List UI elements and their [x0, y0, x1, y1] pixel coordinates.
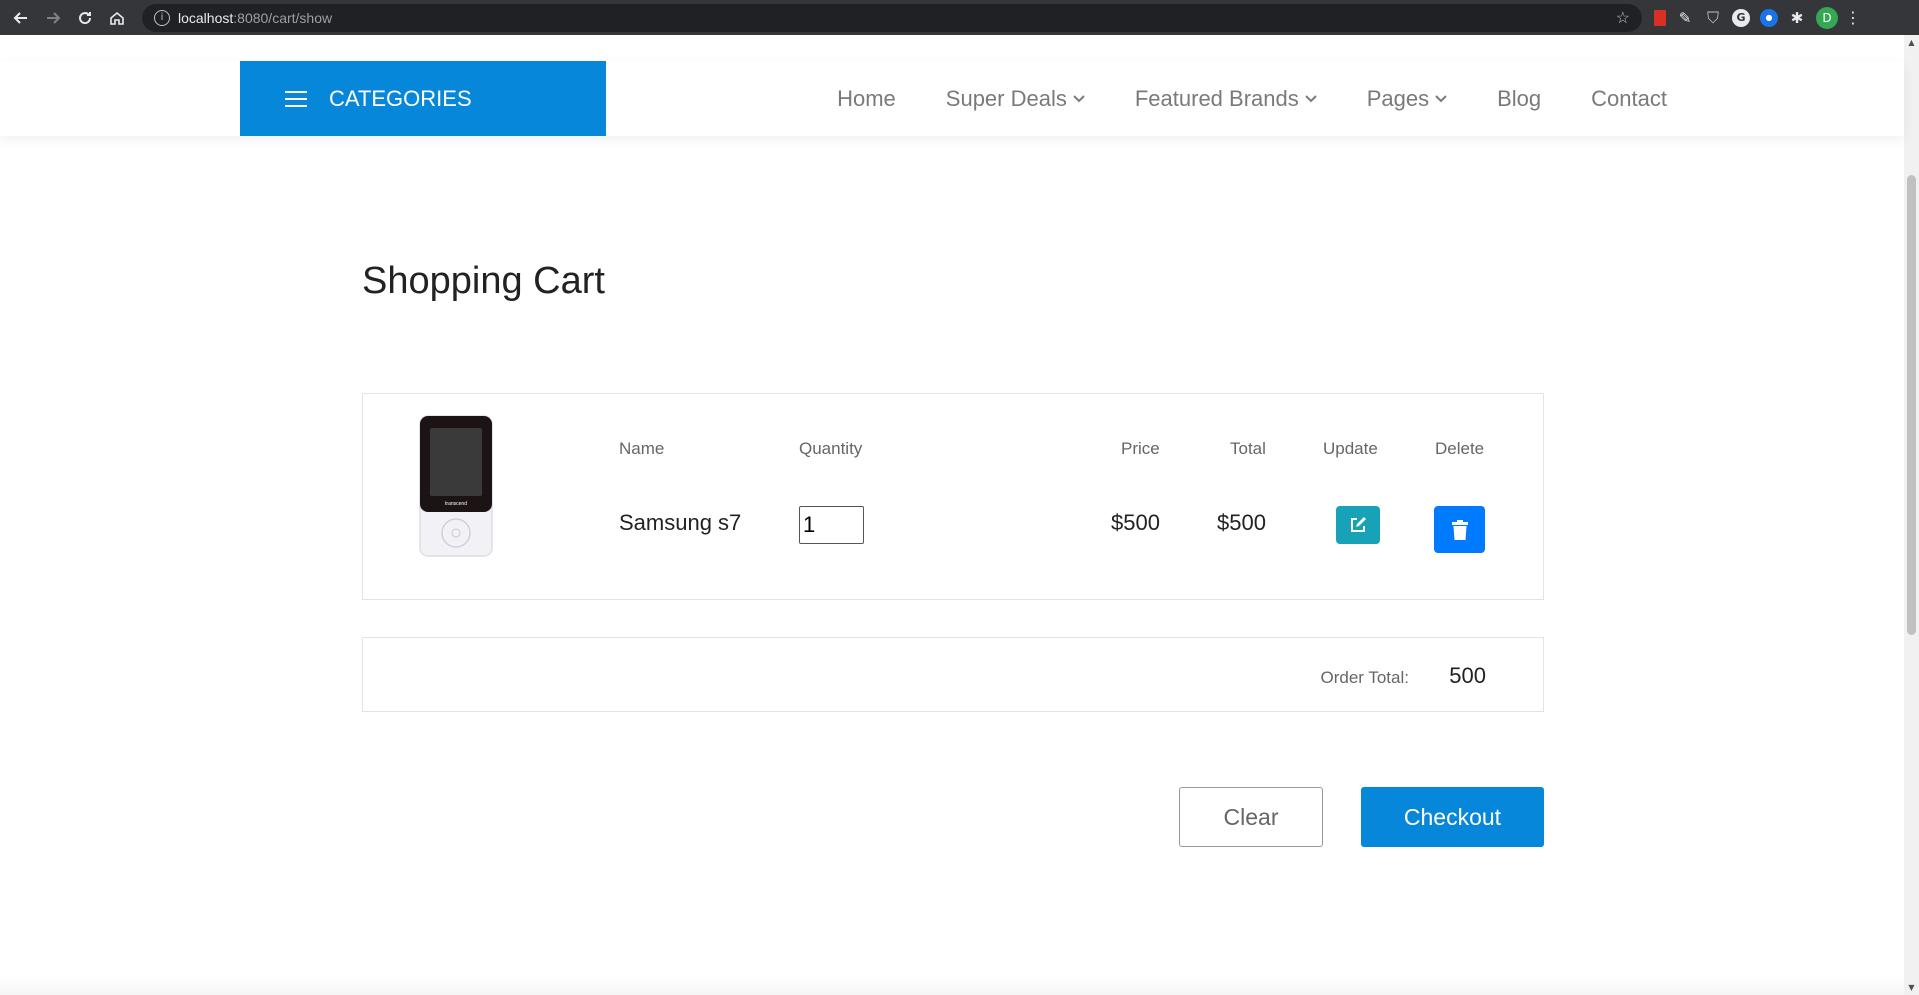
site-info-icon[interactable]: i	[154, 9, 170, 26]
nav-contact-label: Contact	[1591, 85, 1667, 111]
address-bar[interactable]: i localhost:8080/cart/show ☆	[142, 3, 1642, 32]
url-path: :8080/cart/show	[233, 9, 333, 26]
item-total: $500	[1217, 510, 1266, 535]
browser-menu-icon[interactable]: ⋮	[1845, 8, 1861, 27]
chevron-down-icon	[1073, 94, 1085, 102]
categories-button[interactable]: CATEGORIES	[240, 61, 606, 136]
nav-blog-label: Blog	[1497, 85, 1542, 111]
nav-pages[interactable]: Pages	[1367, 86, 1447, 112]
blue-extension-icon[interactable]: ●	[1760, 8, 1778, 27]
order-total-label: Order Total:	[1320, 668, 1409, 687]
scroll-down-arrow-icon[interactable]: ▼	[1904, 980, 1919, 995]
back-icon[interactable]	[8, 5, 34, 31]
page-scrollbar[interactable]: ▲ ▼	[1904, 35, 1919, 995]
page-title: Shopping Cart	[362, 260, 605, 302]
extensions-puzzle-icon[interactable]: ✱	[1788, 9, 1806, 27]
nav-super-deals-label: Super Deals	[945, 85, 1067, 111]
column-header-name: Name	[619, 439, 665, 458]
order-total-value: 500	[1449, 663, 1486, 688]
nav-super-deals[interactable]: Super Deals	[946, 86, 1085, 112]
bookmark-extension-icon[interactable]	[1654, 9, 1666, 26]
item-price: $500	[1111, 510, 1160, 535]
profile-avatar[interactable]: D	[1816, 6, 1838, 29]
hamburger-menu-icon	[285, 90, 307, 107]
browser-toolbar: i localhost:8080/cart/show ☆ ✎ ⛉ G ● ✱ D…	[0, 0, 1919, 35]
product-logo-text: transcend	[445, 501, 467, 507]
scroll-up-arrow-icon[interactable]: ▲	[1904, 35, 1919, 50]
trash-icon	[1451, 519, 1468, 540]
bookmark-star-icon[interactable]: ☆	[1616, 8, 1630, 28]
scroll-thumb[interactable]	[1907, 175, 1916, 635]
extension-icon[interactable]: ✎	[1676, 9, 1694, 27]
column-header-delete: Delete	[1435, 439, 1485, 458]
forward-icon[interactable]	[40, 5, 66, 31]
nav-pages-label: Pages	[1366, 85, 1430, 111]
shield-extension-icon[interactable]: ⛉	[1704, 8, 1722, 27]
update-button[interactable]	[1336, 506, 1380, 544]
chevron-down-icon	[1305, 94, 1317, 102]
browser-nav-buttons	[8, 5, 130, 31]
reload-icon[interactable]	[72, 5, 98, 31]
home-icon[interactable]	[104, 5, 130, 31]
site-header: CATEGORIES Home Super Deals Featured Bra…	[0, 61, 1904, 136]
column-header-price: Price	[1121, 439, 1160, 458]
delete-button[interactable]	[1434, 506, 1485, 553]
order-total-box: Order Total: 500	[362, 637, 1544, 712]
edit-icon	[1351, 517, 1366, 532]
page-footer-edge	[0, 975, 1904, 995]
cart-table: transcend Name Quantity Price Total Upda…	[362, 393, 1544, 600]
main-navigation: Home Super Deals Featured Brands Pages B…	[837, 61, 1667, 136]
clear-button[interactable]: Clear	[1179, 787, 1323, 847]
column-header-update: Update	[1323, 439, 1378, 458]
categories-label: CATEGORIES	[329, 85, 472, 111]
nav-home-label: Home	[837, 85, 896, 111]
nav-home[interactable]: Home	[837, 86, 896, 112]
product-image[interactable]: transcend	[418, 414, 494, 558]
column-header-total: Total	[1230, 439, 1266, 458]
column-header-quantity: Quantity	[799, 439, 863, 458]
nav-contact[interactable]: Contact	[1591, 86, 1667, 112]
nav-blog[interactable]: Blog	[1497, 86, 1541, 112]
extensions-area: ✎ ⛉ G ● ✱ D ⋮	[1654, 6, 1861, 29]
quantity-input[interactable]	[799, 506, 864, 544]
nav-featured-brands-label: Featured Brands	[1134, 85, 1299, 111]
nav-featured-brands[interactable]: Featured Brands	[1135, 86, 1317, 112]
url-host: localhost	[178, 9, 234, 26]
grammar-extension-icon[interactable]: G	[1732, 8, 1750, 27]
item-name: Samsung s7	[619, 510, 742, 535]
checkout-button[interactable]: Checkout	[1361, 787, 1544, 847]
chevron-down-icon	[1435, 94, 1447, 102]
